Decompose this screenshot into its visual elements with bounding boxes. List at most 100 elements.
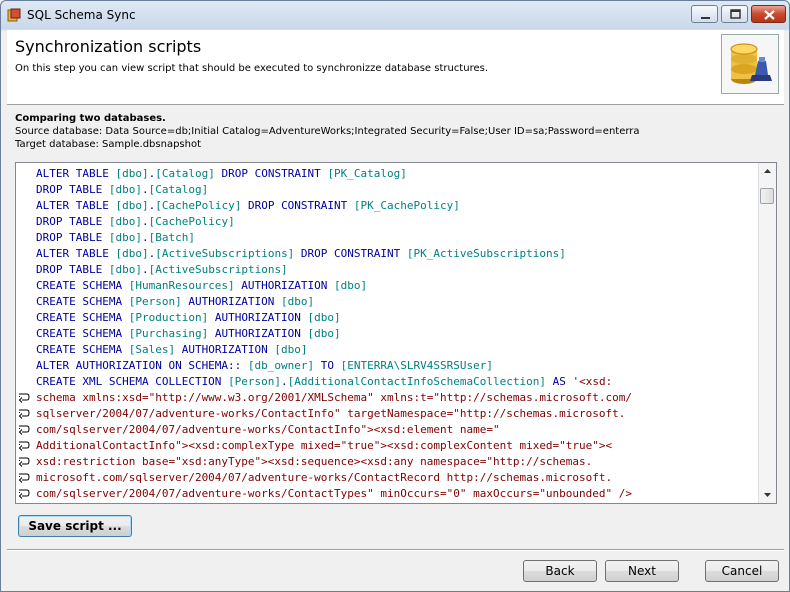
page-title: Synchronization scripts [15, 37, 202, 56]
script-token: CREATE SCHEMA [36, 311, 129, 324]
script-line: sqlserver/2004/07/adventure-works/Contac… [36, 406, 632, 422]
script-line: ALTER TABLE [dbo].[CachePolicy] DROP CON… [36, 198, 632, 214]
script-token: . [141, 183, 149, 196]
script-token: [dbo] [334, 279, 368, 292]
comparison-info: Comparing two databases. Source database… [15, 112, 640, 151]
word-wrap-icon [18, 473, 30, 483]
script-token: . [141, 263, 149, 276]
script-token: ALTER TABLE [36, 167, 116, 180]
word-wrap-icon [18, 425, 30, 435]
script-token: CREATE SCHEMA [36, 343, 129, 356]
script-token: [Catalog] [155, 167, 215, 180]
script-token: [Person] [228, 375, 282, 388]
script-token: TO [314, 359, 341, 372]
script-line: com/sqlserver/2004/07/adventure-works/Co… [36, 422, 632, 438]
minimize-button[interactable] [691, 5, 718, 23]
script-token: AUTHORIZATION [181, 295, 282, 308]
script-line: xsd:restriction base="xsd:anyType"><xsd:… [36, 454, 632, 470]
script-line: ALTER TABLE [dbo].[Catalog] DROP CONSTRA… [36, 166, 632, 182]
script-token: [HumanResources] [128, 279, 235, 292]
script-token: [Purchasing] [128, 327, 209, 340]
word-wrap-icon [18, 441, 30, 451]
script-token: AUTHORIZATION [208, 327, 308, 340]
script-token: [PK_CachePolicy] [353, 199, 460, 212]
script-token: ALTER TABLE [36, 199, 116, 212]
script-token: DROP TABLE [36, 231, 109, 244]
script-token: [dbo] [108, 215, 142, 228]
script-token: ALTER AUTHORIZATION ON SCHEMA:: [36, 359, 248, 372]
script-token: xsd:restriction base="xsd:anyType"><xsd:… [36, 455, 593, 468]
next-button[interactable]: Next [605, 560, 679, 582]
script-token: CREATE SCHEMA [36, 279, 129, 292]
editor-gutter [16, 163, 33, 503]
script-token: '<xsd: [572, 375, 613, 388]
script-token: DROP TABLE [36, 215, 109, 228]
word-wrap-icon [18, 489, 30, 499]
database-sync-icon [721, 34, 779, 94]
script-line: AdditionalContactInfo"><xsd:complexType … [36, 438, 632, 454]
script-token: [Production] [128, 311, 209, 324]
script-token: [ENTERRA\SLRV4SSRSUser] [340, 359, 493, 372]
script-editor[interactable]: ALTER TABLE [dbo].[Catalog] DROP CONSTRA… [15, 162, 777, 504]
script-token: com/sqlserver/2004/07/adventure-works/Co… [36, 423, 500, 436]
script-token: [CachePolicy] [148, 215, 235, 228]
script-line: ALTER TABLE [dbo].[ActiveSubscriptions] … [36, 246, 632, 262]
script-token: [dbo] [108, 183, 142, 196]
script-token: [dbo] [115, 247, 149, 260]
script-token: . [141, 215, 149, 228]
script-token: sqlserver/2004/07/adventure-works/Contac… [36, 407, 626, 420]
script-token: DROP CONSTRAINT [241, 199, 354, 212]
script-token: microsoft.com/sqlserver/2004/07/adventur… [36, 471, 613, 484]
script-token: DROP TABLE [36, 183, 109, 196]
script-token: [PK_Catalog] [327, 167, 407, 180]
script-token: CREATE XML SCHEMA COLLECTION [36, 375, 229, 388]
script-token: [AdditionalContactInfoSchemaCollection] [287, 375, 546, 388]
script-token: schema xmlns:xsd="http://www.w3.org/2001… [36, 391, 633, 404]
script-token: [ActiveSubscriptions] [148, 263, 288, 276]
script-token: [db_owner] [247, 359, 315, 372]
word-wrap-icon [18, 409, 30, 419]
scroll-down-arrow-icon[interactable] [759, 486, 776, 503]
script-line: DROP TABLE [dbo].[CachePolicy] [36, 214, 632, 230]
script-token: [dbo] [307, 327, 341, 340]
script-line: DROP TABLE [dbo].[Catalog] [36, 182, 632, 198]
target-database-text: Target database: Sample.dbsnapshot [15, 139, 202, 150]
scroll-up-arrow-icon[interactable] [759, 163, 776, 180]
window-title: SQL Schema Sync [27, 8, 136, 22]
script-token: [Catalog] [148, 183, 209, 196]
close-button[interactable] [751, 5, 786, 23]
cancel-button[interactable]: Cancel [705, 560, 779, 582]
minimize-icon [701, 17, 710, 19]
script-line: CREATE XML SCHEMA COLLECTION [Person].[A… [36, 374, 632, 390]
script-token: [dbo] [307, 311, 341, 324]
script-line: microsoft.com/sqlserver/2004/07/adventur… [36, 470, 632, 486]
script-line: ALTER AUTHORIZATION ON SCHEMA:: [db_owne… [36, 358, 632, 374]
script-line: DROP TABLE [dbo].[ActiveSubscriptions] [36, 262, 632, 278]
app-icon [7, 8, 21, 22]
script-token: [dbo] [115, 167, 149, 180]
maximize-button[interactable] [721, 5, 748, 23]
script-token: CREATE SCHEMA [36, 295, 129, 308]
script-line: CREATE SCHEMA [Sales] AUTHORIZATION [dbo… [36, 342, 632, 358]
script-token: CREATE SCHEMA [36, 327, 129, 340]
script-line: CREATE SCHEMA [HumanResources] AUTHORIZA… [36, 278, 632, 294]
script-token: [dbo] [108, 231, 142, 244]
save-script-button[interactable]: Save script ... [18, 515, 132, 537]
vertical-scrollbar[interactable] [758, 163, 776, 503]
title-bar[interactable]: SQL Schema Sync [1, 1, 789, 29]
scrollbar-thumb[interactable] [760, 188, 774, 204]
word-wrap-icon [18, 457, 30, 467]
script-token: AUTHORIZATION [175, 343, 275, 356]
script-line: CREATE SCHEMA [Production] AUTHORIZATION… [36, 310, 632, 326]
script-token: ALTER TABLE [36, 247, 116, 260]
script-token: DROP CONSTRAINT [294, 247, 407, 260]
script-token: [Sales] [128, 343, 176, 356]
back-button[interactable]: Back [523, 560, 597, 582]
script-token: [dbo] [281, 295, 315, 308]
script-token: AUTHORIZATION [208, 311, 308, 324]
script-token: DROP CONSTRAINT [214, 167, 328, 180]
script-token: [Person] [128, 295, 182, 308]
source-database-text: Source database: Data Source=db;Initial … [15, 126, 640, 137]
wizard-window: SQL Schema Sync Synchronization scripts … [0, 0, 790, 592]
footer-divider [7, 549, 784, 551]
